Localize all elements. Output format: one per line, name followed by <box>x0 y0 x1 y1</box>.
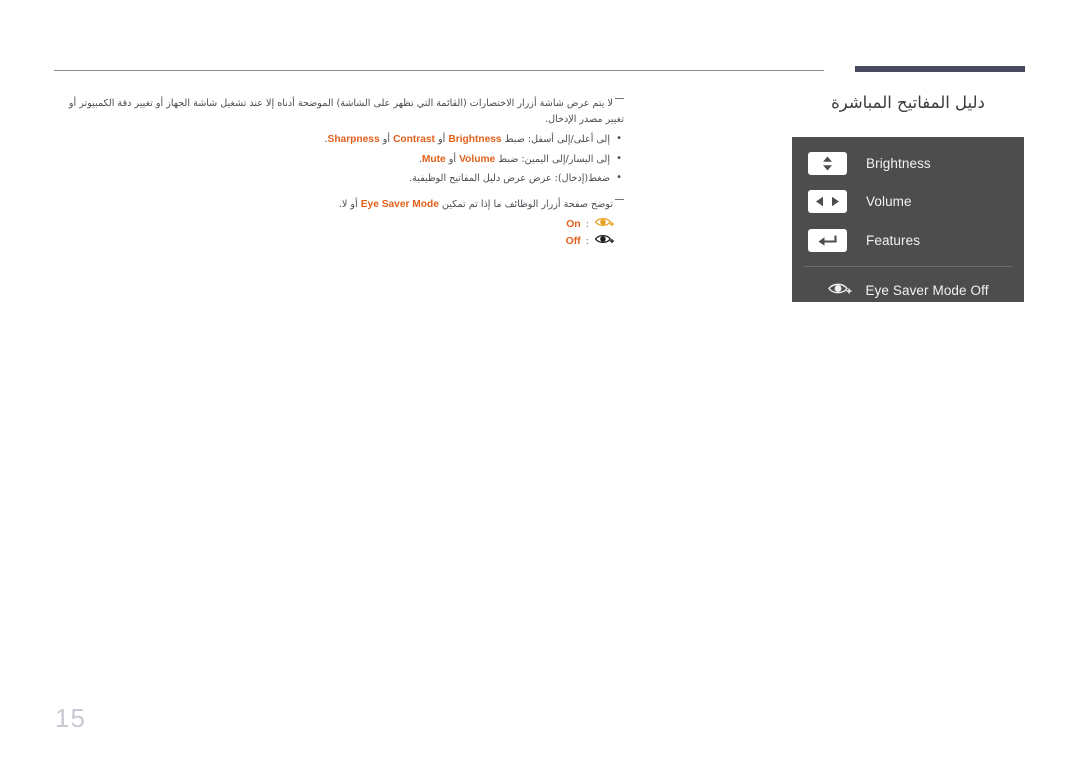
osd-row-volume[interactable]: Volume <box>792 183 1024 222</box>
body-content: لا يتم عرض شاشة أزرار الاختصارات (القائم… <box>54 96 624 251</box>
up-down-arrow-icon[interactable] <box>808 151 847 175</box>
keyword-mute: Mute <box>421 153 446 165</box>
keyword-contrast: Contrast <box>393 134 435 145</box>
page-number: 15 <box>55 703 86 733</box>
enter-return-arrow-icon[interactable] <box>808 228 847 252</box>
osd-row-brightness[interactable]: Brightness <box>792 144 1024 183</box>
eye-saver-off-separator: : <box>585 236 589 248</box>
bullet-brightness-pre: إلى أعلى/إلى أسفل: ضبط <box>504 134 610 145</box>
note-osd-visibility: لا يتم عرض شاشة أزرار الاختصارات (القائم… <box>54 96 624 127</box>
note-osd-visibility-text: لا يتم عرض شاشة أزرار الاختصارات (القائم… <box>68 98 624 125</box>
list-item-volume: إلى اليسار/إلى اليمين: ضبط Volume أو Mut… <box>54 152 624 167</box>
eye-saver-off-icon <box>594 231 616 253</box>
header-divider-line <box>54 70 824 71</box>
bullet-volume-pre: إلى اليسار/إلى اليمين: ضبط <box>498 153 610 165</box>
note-eye-saver-before: توضح صفحة أزرار الوظائف ما إذا تم تمكين <box>441 199 613 210</box>
note-dash-marker <box>615 98 624 99</box>
eye-saver-off-icon <box>827 279 854 303</box>
list-item-brightness: إلى أعلى/إلى أسفل: ضبط Brightness أو Con… <box>54 132 624 147</box>
osd-direct-key-panel: Brightness Volume Features Eye Saver Mod… <box>792 137 1024 302</box>
eye-saver-on-separator: : <box>585 219 589 231</box>
bullet-brightness-mid2: أو <box>382 134 390 145</box>
eye-saver-off-label: Off <box>565 236 581 248</box>
osd-label-features: Features <box>866 232 921 248</box>
bullet-enter-pre: ضغط(إدخال): عرض عرض دليل المفاتيح الوظيف… <box>409 173 610 184</box>
osd-label-eye-saver: Eye Saver Mode Off <box>865 283 989 299</box>
keyword-volume: Volume <box>459 153 496 165</box>
list-item-enter: ضغط(إدخال): عرض عرض دليل المفاتيح الوظيف… <box>54 171 624 186</box>
eye-saver-state-on: On : <box>54 217 624 234</box>
direct-key-bullet-list: إلى أعلى/إلى أسفل: ضبط Brightness أو Con… <box>54 132 624 186</box>
bullet-volume-mid1: أو <box>448 153 457 165</box>
page-title: دليل المفاتيح المباشرة <box>831 93 985 112</box>
direct-key-guide-section: دليل المفاتيح المباشرة <box>791 92 1025 135</box>
eye-saver-state-off: Off : <box>54 234 624 251</box>
osd-label-brightness: Brightness <box>866 155 931 171</box>
osd-row-features[interactable]: Features <box>792 221 1024 260</box>
note-eye-saver-after: أو لا. <box>338 199 358 210</box>
eye-saver-on-label: On <box>566 219 581 231</box>
header-accent-bar <box>855 66 1025 72</box>
note-eye-saver: توضح صفحة أزرار الوظائف ما إذا تم تمكين … <box>54 197 624 213</box>
keyword-sharpness: Sharpness <box>327 134 380 145</box>
bullet-brightness-mid1: أو <box>438 134 446 145</box>
eye-saver-state-legend: On : Off : <box>54 217 624 251</box>
osd-row-eye-saver[interactable]: Eye Saver Mode Off <box>792 267 1024 311</box>
left-right-arrow-icon[interactable] <box>808 190 847 214</box>
page-header <box>0 0 1080 80</box>
note2-dash-marker <box>615 199 624 200</box>
osd-label-volume: Volume <box>866 194 912 210</box>
keyword-brightness: Brightness <box>448 134 502 145</box>
keyword-eye-saver-mode: Eye Saver Mode <box>360 199 439 210</box>
